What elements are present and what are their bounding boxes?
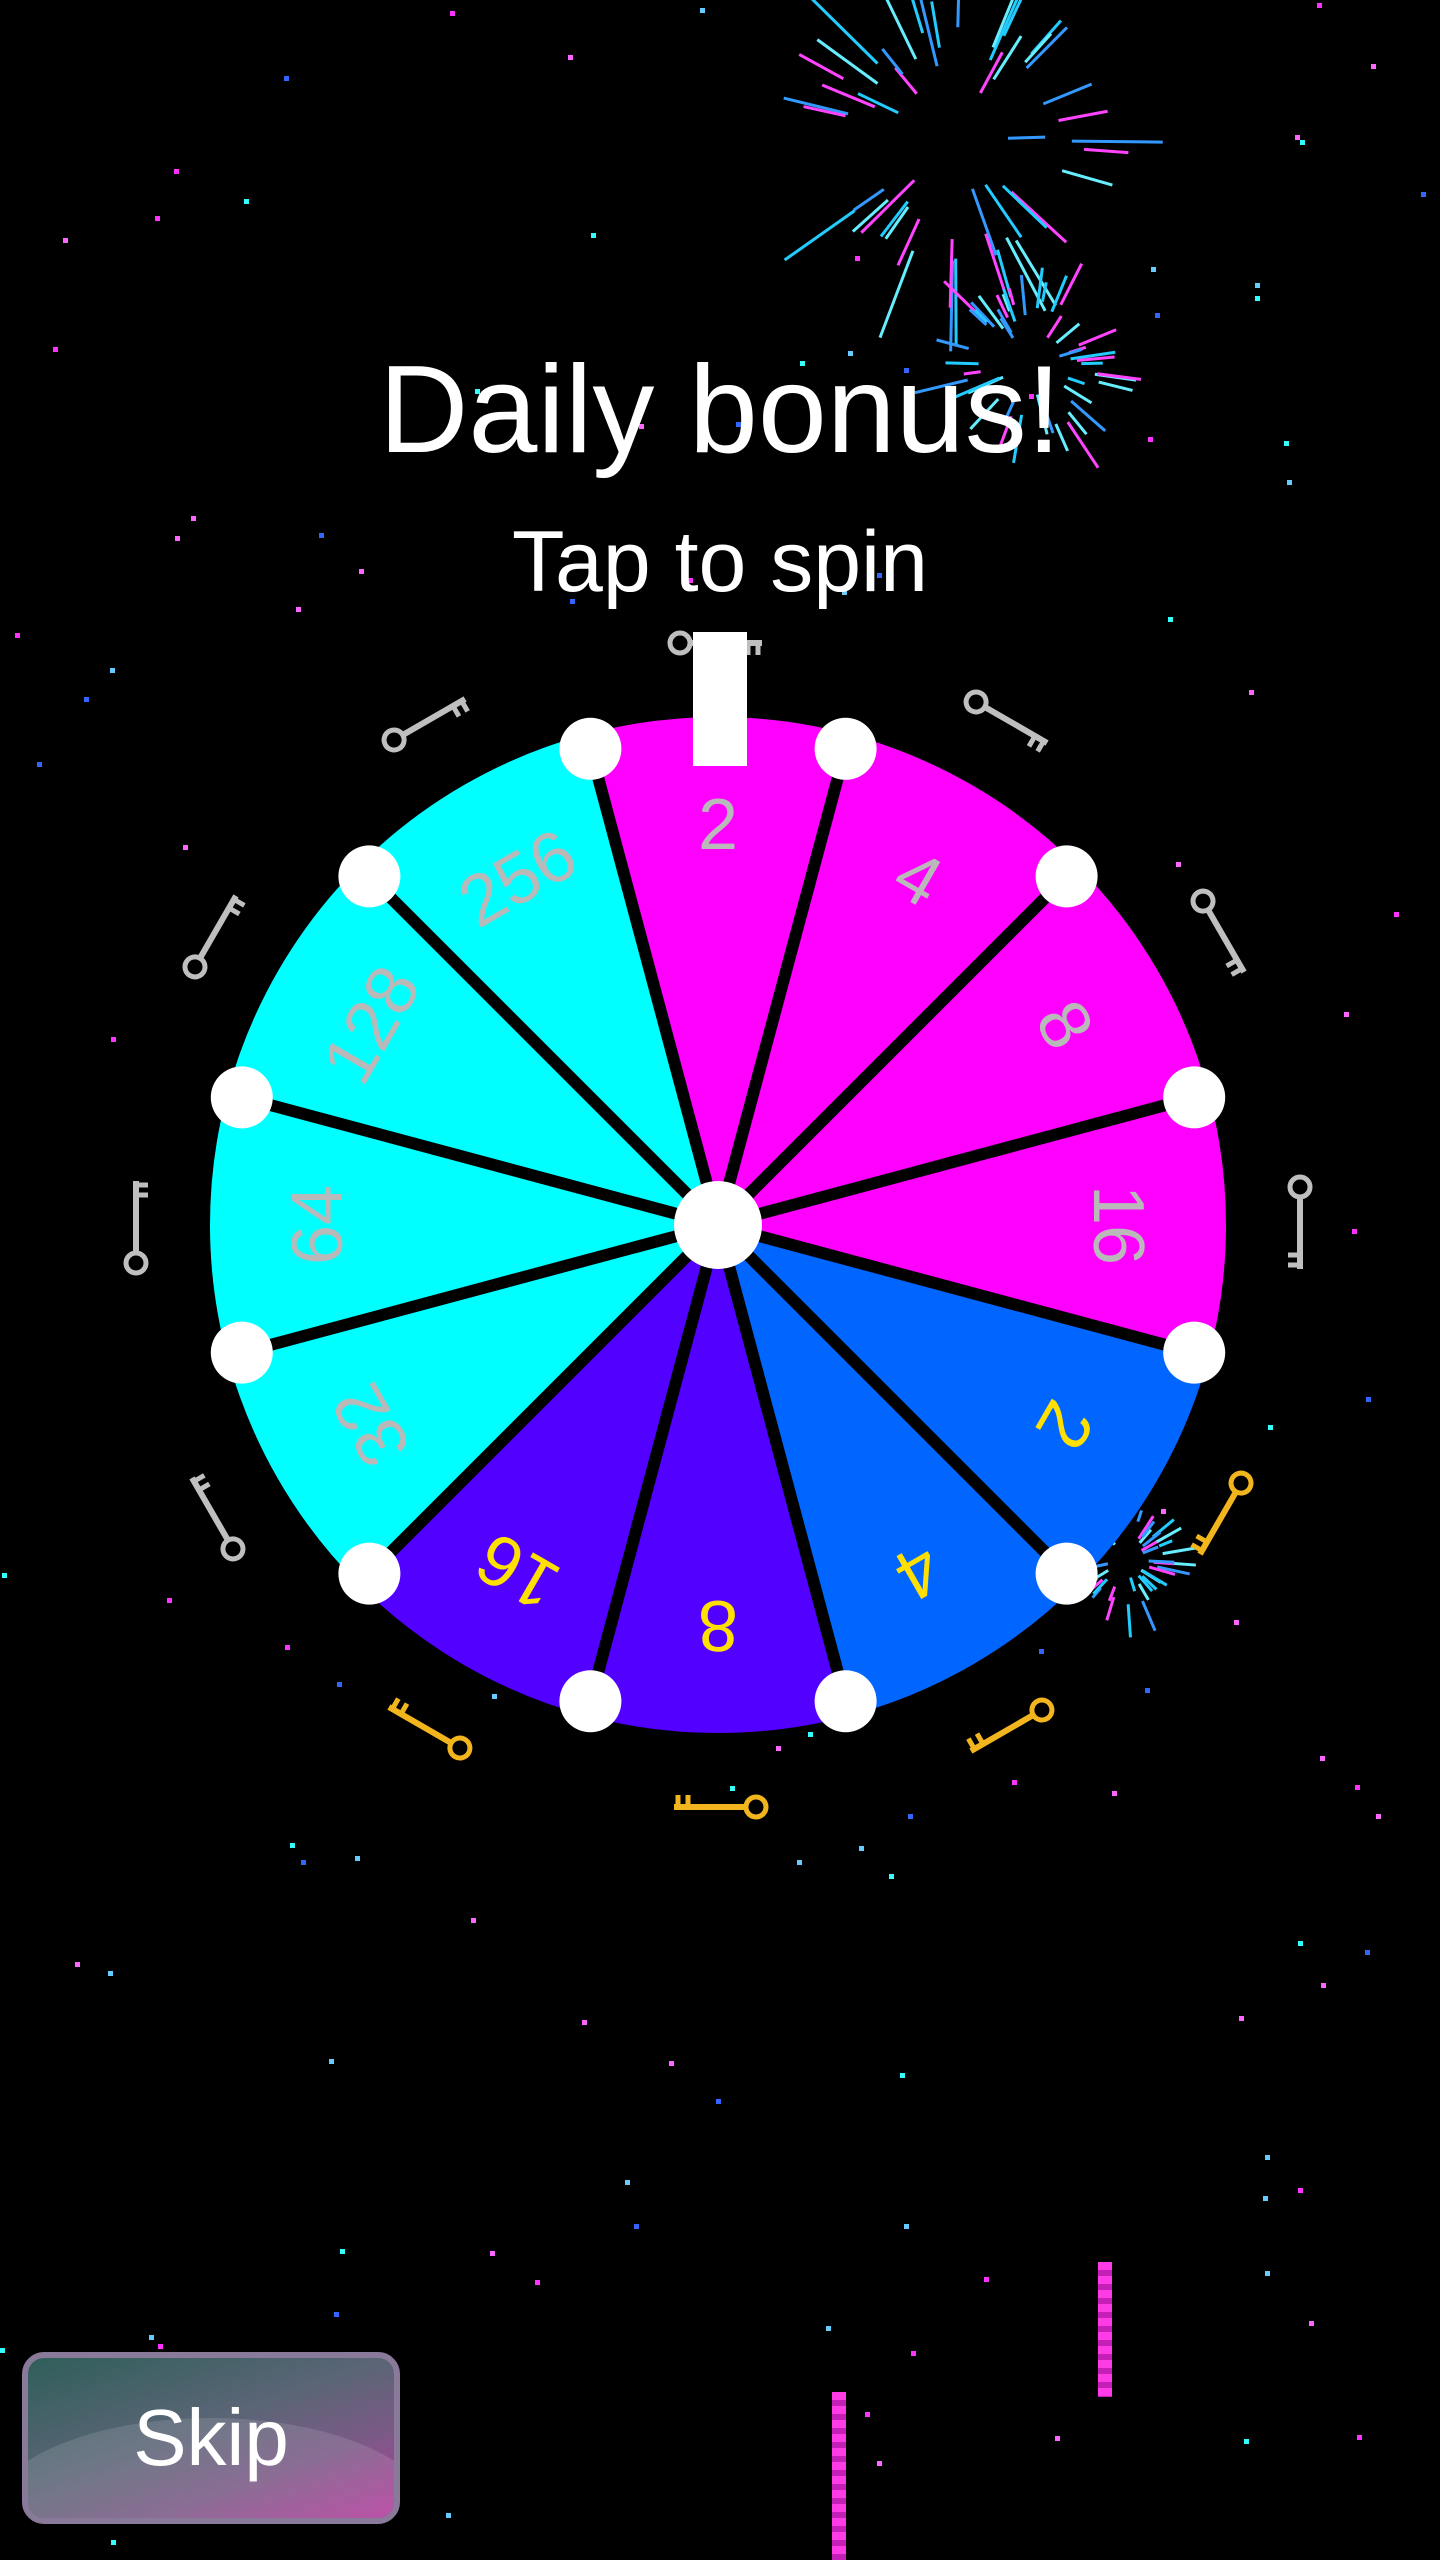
wheel-peg [814,717,877,780]
wheel-peg [338,1542,401,1605]
skip-button[interactable]: Skip [22,2352,400,2524]
key-icon [182,894,246,980]
wheel-peg [338,845,401,908]
wheel-peg [210,1066,273,1129]
key-icon [966,1697,1055,1754]
wheel-segment-label: 16 [1078,1185,1158,1265]
key-icon [189,1473,246,1562]
key-icon [123,1181,149,1276]
wheel-peg [1035,845,1098,908]
wheel-peg [1163,1066,1226,1129]
wheel-peg [1035,1542,1098,1605]
pointer-marker [693,632,747,766]
key-icon [381,696,470,753]
wheel-peg [559,1670,622,1733]
skip-button-label: Skip [133,2393,289,2482]
key-icon [963,689,1049,753]
wheel-peg [1163,1321,1226,1384]
prize-wheel[interactable]: 24816248163264128256 [0,0,1440,2560]
key-icon [387,1697,473,1761]
wheel-peg [210,1321,273,1384]
wheel-segment-label: 64 [278,1185,358,1265]
firework-trail [1098,2262,1112,2397]
key-icon [1190,888,1247,977]
wheel-hub[interactable] [674,1181,762,1269]
firework-trail [832,2392,846,2560]
key-icon [1190,1470,1254,1556]
wheel-peg [559,717,622,780]
wheel-segment-label: 8 [698,1585,738,1665]
key-icon [674,1794,769,1820]
wheel-segment-label: 2 [698,785,738,865]
wheel-peg [814,1670,877,1733]
key-icon [1287,1174,1313,1269]
